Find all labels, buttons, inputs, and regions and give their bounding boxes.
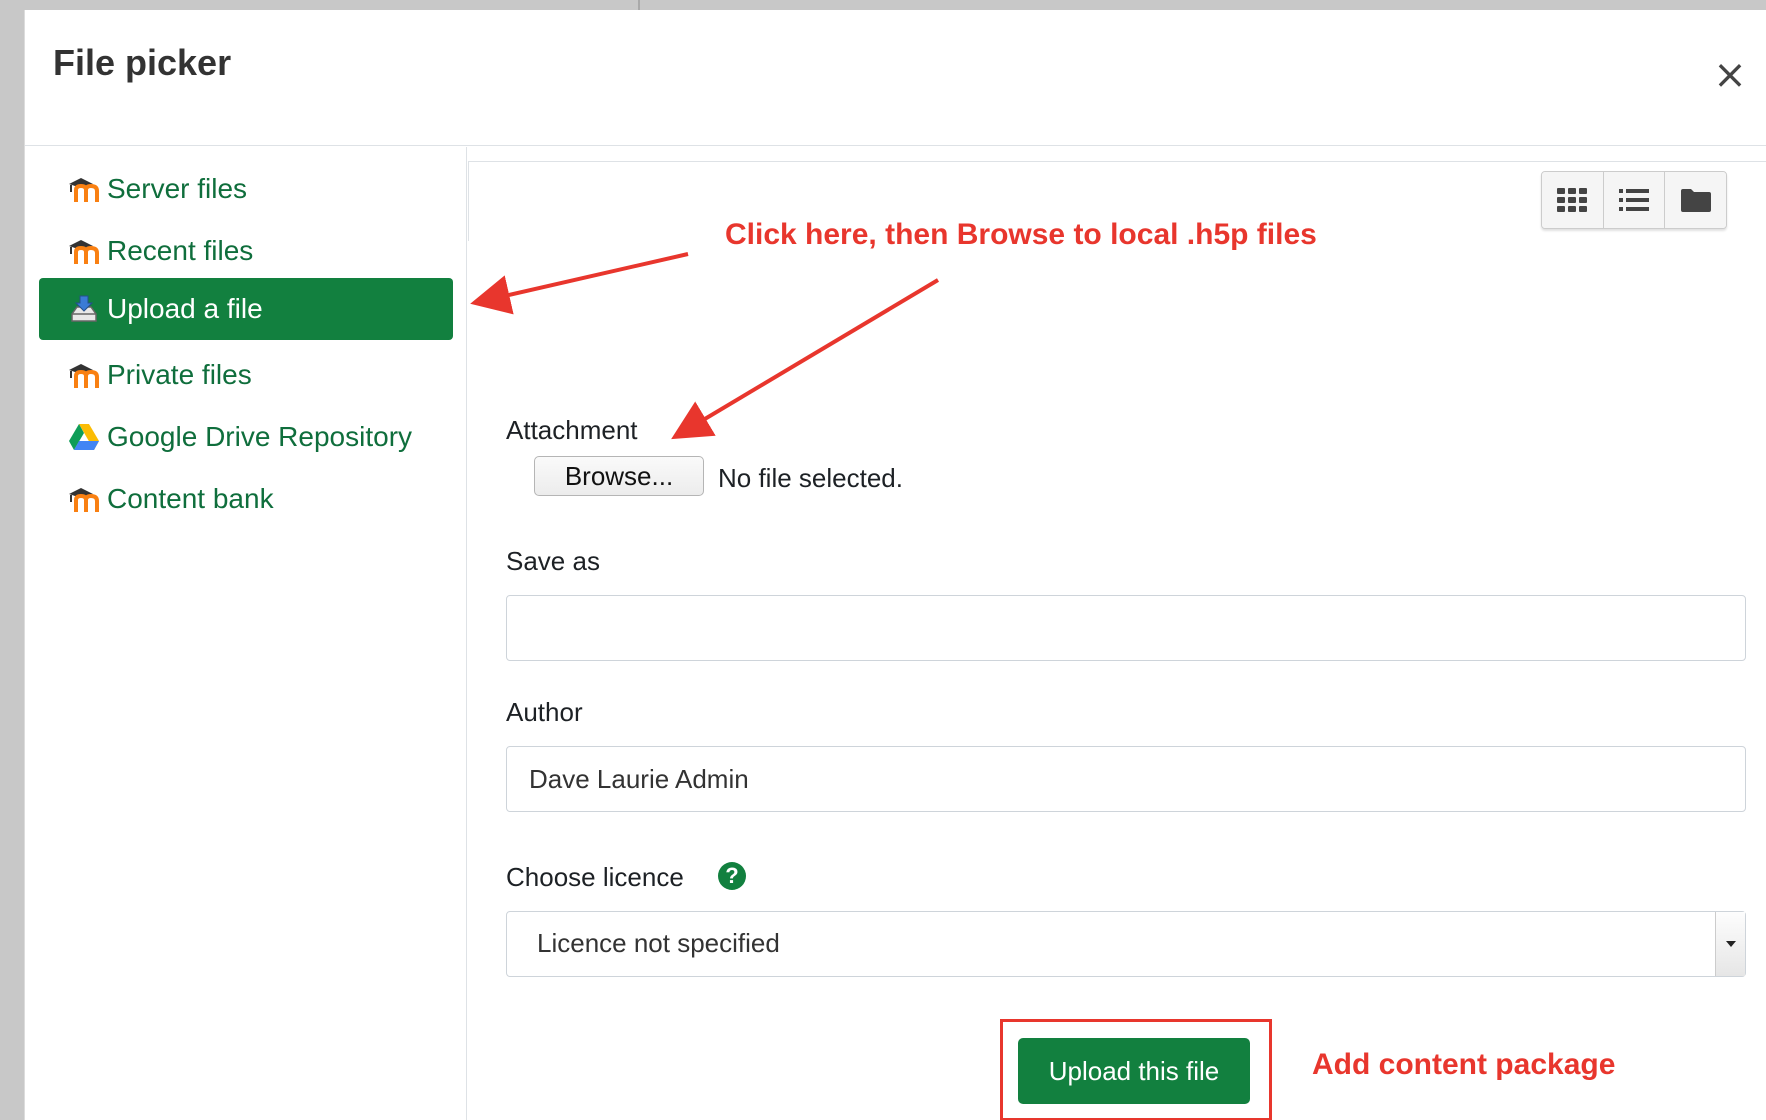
annotation-add-content: Add content package xyxy=(1312,1048,1616,1081)
moodle-icon xyxy=(67,172,101,206)
moodle-icon xyxy=(67,234,101,268)
save-as-label: Save as xyxy=(506,546,600,576)
sidebar-item-google-drive[interactable]: Google Drive Repository xyxy=(39,403,453,471)
sidebar-item-label: Content bank xyxy=(107,483,274,514)
list-view-button[interactable] xyxy=(1603,172,1666,228)
sidebar-item-label: Google Drive Repository xyxy=(107,421,413,452)
choose-licence-label: Choose licence xyxy=(506,862,684,892)
upload-panel: Attachment Browse... No file selected. S… xyxy=(468,147,1766,1120)
page-backdrop-divider xyxy=(638,0,640,10)
grid-view-icon xyxy=(1557,188,1588,212)
no-file-selected-text: No file selected. xyxy=(718,463,903,493)
sidebar-item-label: Server files xyxy=(107,173,248,204)
google-drive-icon xyxy=(67,420,101,454)
folder-view-icon xyxy=(1680,189,1711,212)
help-icon[interactable]: ? xyxy=(718,862,746,890)
sidebar-item-server-files[interactable]: Server files xyxy=(39,155,453,223)
grid-view-button[interactable] xyxy=(1542,172,1604,228)
annotation-click-here: Click here, then Browse to local .h5p fi… xyxy=(725,218,1317,251)
save-as-input[interactable] xyxy=(506,595,1746,661)
page-backdrop-top xyxy=(24,0,1766,10)
browse-button[interactable]: Browse... xyxy=(534,456,704,496)
dialog-header: File picker × xyxy=(25,10,1766,146)
sidebar-item-content-bank[interactable]: Content bank xyxy=(39,465,453,533)
folder-view-button[interactable] xyxy=(1665,172,1726,228)
list-view-icon xyxy=(1619,189,1649,211)
upload-icon xyxy=(67,292,101,326)
sidebar-item-recent-files[interactable]: Recent files xyxy=(39,217,453,285)
page-backdrop-left xyxy=(0,0,24,1120)
attachment-label: Attachment xyxy=(506,415,638,445)
moodle-icon xyxy=(67,482,101,516)
dialog-title: File picker xyxy=(53,42,232,83)
close-button[interactable]: × xyxy=(1705,50,1755,100)
view-switcher xyxy=(1541,171,1727,229)
licence-selected-value: Licence not specified xyxy=(537,928,780,958)
chevron-down-icon xyxy=(1715,912,1745,976)
file-picker-dialog: File picker × Server files Recent files … xyxy=(24,10,1766,1120)
repository-sidebar: Server files Recent files Upload a file … xyxy=(25,147,467,1120)
sidebar-item-private-files[interactable]: Private files xyxy=(39,341,453,409)
licence-select[interactable]: Licence not specified xyxy=(506,911,1746,977)
sidebar-item-label: Private files xyxy=(107,359,252,390)
upload-this-file-button[interactable]: Upload this file xyxy=(1018,1038,1250,1104)
author-label: Author xyxy=(506,697,583,727)
moodle-icon xyxy=(67,358,101,392)
sidebar-item-label: Upload a file xyxy=(107,293,263,324)
author-input[interactable] xyxy=(506,746,1746,812)
sidebar-item-upload-a-file[interactable]: Upload a file xyxy=(39,278,453,340)
sidebar-item-label: Recent files xyxy=(107,235,254,266)
